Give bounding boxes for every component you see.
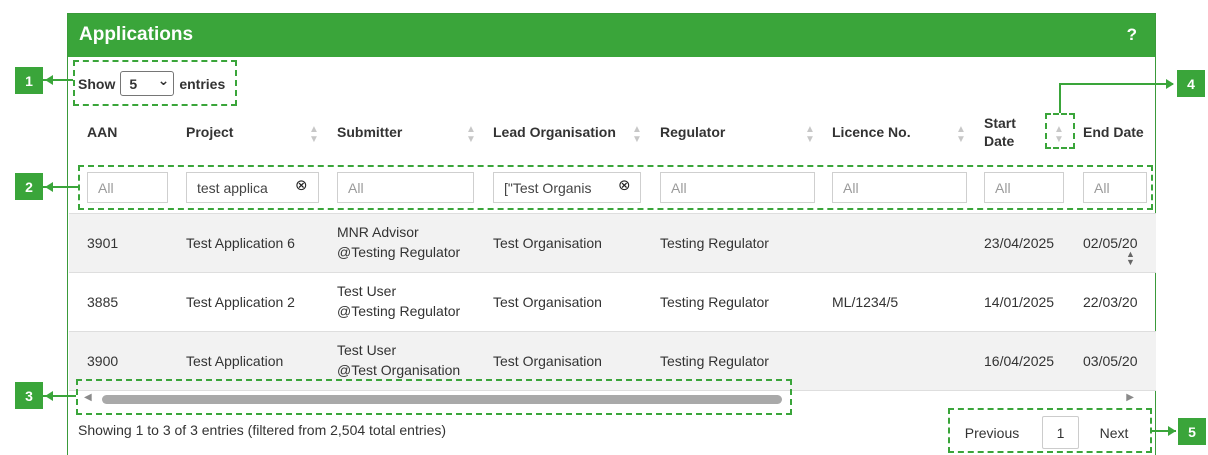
arrow-right-icon xyxy=(1166,79,1174,89)
cell-project: Test Application 6 xyxy=(186,235,295,251)
highlight-sort-icon xyxy=(1045,113,1075,149)
cell-start-date: 14/01/2025 xyxy=(984,294,1055,310)
cell-end-date: 03/05/20 xyxy=(1083,353,1138,369)
callout-line xyxy=(1059,83,1061,113)
sort-icon[interactable]: ▲ ▼ xyxy=(309,125,319,145)
cell-regulator: Testing Regulator xyxy=(660,294,769,310)
table-row[interactable]: 3901 Test Application 6 MNR Advisor @Tes… xyxy=(69,214,1156,272)
column-header-start-date[interactable]: Start Date xyxy=(984,112,1016,152)
sort-icon[interactable]: ▲ ▼ xyxy=(956,125,966,145)
highlight-filters xyxy=(78,165,1153,210)
help-icon[interactable]: ? xyxy=(1127,25,1137,45)
cell-project: Test Application 2 xyxy=(186,294,295,310)
callout-3: 3 xyxy=(15,382,43,409)
panel-title: Applications xyxy=(79,24,194,45)
sort-icon[interactable]: ▲ ▼ xyxy=(632,125,642,145)
cell-submitter-name: Test User xyxy=(337,283,397,299)
cell-regulator: Testing Regulator xyxy=(660,235,769,251)
cell-aan: 3901 xyxy=(87,235,119,251)
column-header-aan[interactable]: AAN xyxy=(87,112,117,152)
cell-aan: 3885 xyxy=(87,294,119,310)
cell-lead-organisation: Test Organisation xyxy=(493,235,602,251)
cell-submitter-org: @Test Organisation xyxy=(337,362,461,378)
column-header-lead-organisation[interactable]: Lead Organisation xyxy=(493,112,616,152)
cell-lead-organisation: Test Organisation xyxy=(493,353,602,369)
sort-icon[interactable]: ▲ ▼ xyxy=(805,125,815,145)
table-row[interactable]: 3885 Test Application 2 Test User @Testi… xyxy=(69,273,1156,331)
cell-submitter-org: @Testing Regulator xyxy=(337,303,461,319)
panel-header: Applications ? xyxy=(68,14,1155,57)
sort-icon[interactable]: ▲ ▼ xyxy=(466,125,476,145)
cell-licence: ML/1234/5 xyxy=(832,294,899,310)
highlight-show-entries xyxy=(73,60,237,106)
callout-4: 4 xyxy=(1177,70,1205,97)
column-header-project[interactable]: Project xyxy=(186,112,233,152)
cell-end-date: 22/03/20 xyxy=(1083,294,1138,310)
cell-project: Test Application xyxy=(186,353,284,369)
column-header-submitter[interactable]: Submitter xyxy=(337,112,402,152)
cell-start-date: 23/04/2025 xyxy=(984,235,1055,251)
callout-1: 1 xyxy=(15,67,43,94)
cell-lead-organisation: Test Organisation xyxy=(493,294,602,310)
callout-line xyxy=(1059,83,1173,85)
arrow-right-icon xyxy=(1168,426,1176,436)
column-header-regulator[interactable]: Regulator xyxy=(660,112,725,152)
cell-submitter-name: Test User xyxy=(337,342,397,358)
column-header-end-date[interactable]: End Date xyxy=(1083,112,1144,152)
scroll-right-icon[interactable]: ▶ xyxy=(1126,392,1134,403)
cell-submitter-name: MNR Advisor xyxy=(337,224,419,240)
arrow-left-icon xyxy=(45,182,53,192)
arrow-left-icon xyxy=(45,391,53,401)
cell-start-date: 16/04/2025 xyxy=(984,353,1055,369)
resize-handle-icon[interactable]: ▲ ▼ xyxy=(1126,250,1135,267)
column-header-licence-no[interactable]: Licence No. xyxy=(832,112,911,152)
cell-regulator: Testing Regulator xyxy=(660,353,769,369)
arrow-left-icon xyxy=(45,75,53,85)
highlight-pagination xyxy=(948,408,1152,453)
cell-submitter-org: @Testing Regulator xyxy=(337,244,461,260)
callout-5: 5 xyxy=(1178,418,1206,445)
cell-aan: 3900 xyxy=(87,353,119,369)
callout-2: 2 xyxy=(15,173,43,200)
highlight-scrollbar xyxy=(76,379,792,415)
table-info: Showing 1 to 3 of 3 entries (filtered fr… xyxy=(78,422,447,438)
